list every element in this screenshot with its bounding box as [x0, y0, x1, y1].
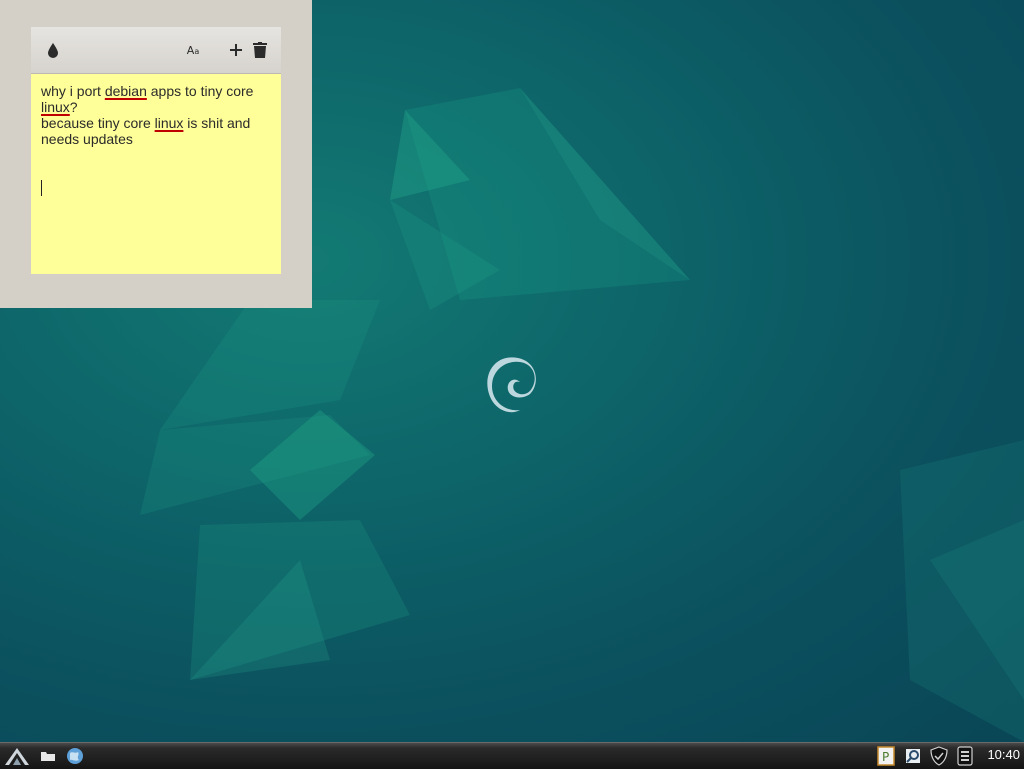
misspelled-word: linux: [41, 99, 70, 115]
misspelled-word: linux: [154, 115, 184, 131]
note-text-area[interactable]: why i port debian apps to tiny core linu…: [31, 74, 281, 274]
add-icon[interactable]: [226, 39, 246, 61]
note-line-3: because tiny core linux is shit and: [41, 115, 251, 131]
taskbar: P 10:40: [0, 742, 1024, 769]
svg-text:P: P: [882, 750, 889, 764]
misspelled-word: debian: [104, 83, 147, 99]
trash-icon[interactable]: [250, 39, 270, 61]
show-desktop-icon[interactable]: [38, 745, 58, 767]
search-icon[interactable]: [902, 745, 924, 767]
start-menu-icon[interactable]: [2, 745, 32, 767]
desktop[interactable]: Aa why i port debian apps to tiny core l…: [0, 0, 1024, 742]
web-browser-icon[interactable]: [64, 745, 86, 767]
note-line-1: why i port debian apps to tiny core: [41, 83, 254, 99]
text-caret: [41, 180, 42, 196]
font-icon[interactable]: Aa: [183, 39, 203, 61]
network-icon[interactable]: [954, 745, 976, 767]
font-icon-glyph: Aa: [186, 43, 200, 57]
clipboard-icon[interactable]: P: [875, 745, 897, 767]
note-toolbar: Aa: [31, 27, 281, 74]
color-drop-icon[interactable]: [43, 39, 63, 61]
shield-icon[interactable]: [927, 745, 951, 767]
sticky-note-window[interactable]: Aa why i port debian apps to tiny core l…: [0, 0, 312, 308]
clock[interactable]: 10:40: [987, 747, 1020, 762]
note-line-4: needs updates: [41, 131, 133, 147]
note-line-2: linux?: [41, 99, 78, 115]
